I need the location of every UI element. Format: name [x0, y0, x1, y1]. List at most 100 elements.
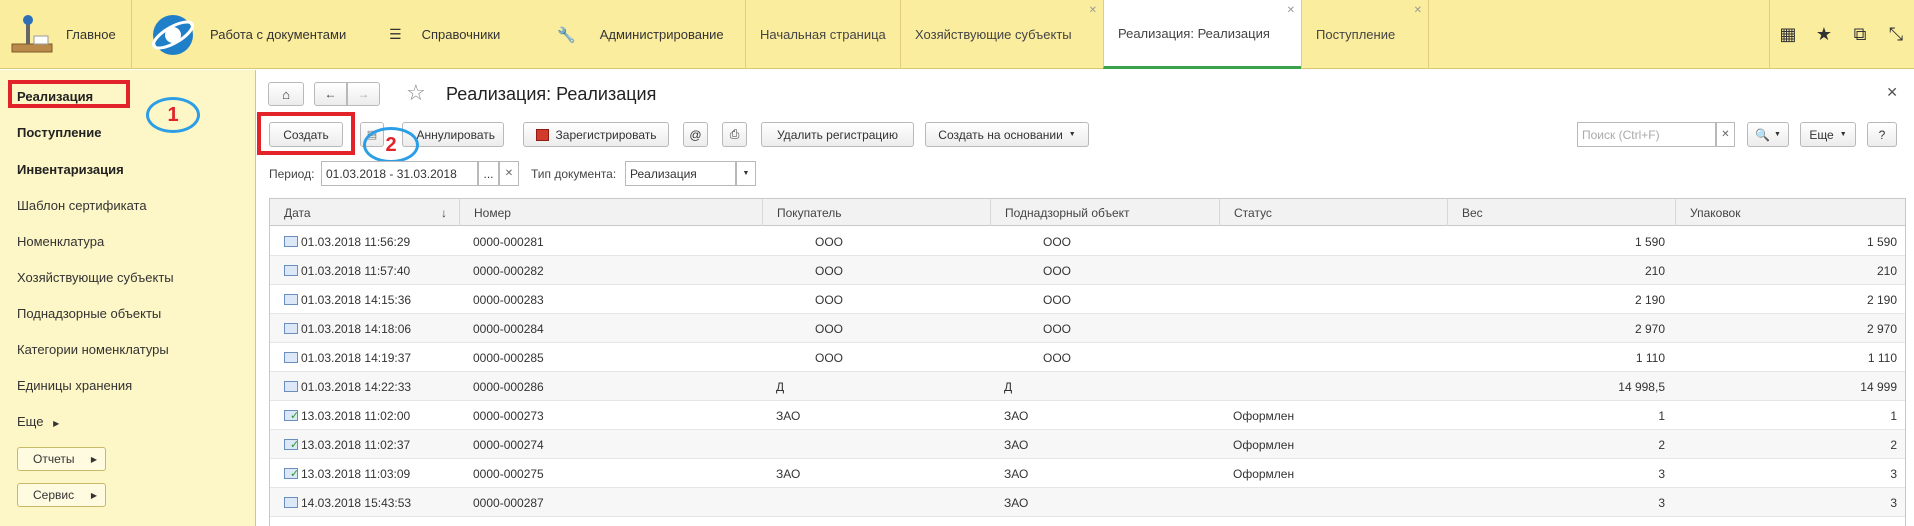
document-posted-icon [284, 467, 299, 480]
table-row[interactable]: 01.03.2018 14:15:36 0000-000283 ООО ООО 2 19… [270, 285, 1905, 314]
table-row[interactable]: 13.03.2018 11:03:09 0000-000275 ЗАО ЗАО Офор… [270, 459, 1905, 488]
column-header-label: Поднадзорный объект [1005, 205, 1130, 220]
tab-home-page[interactable]: Начальная страница [745, 0, 900, 69]
close-icon[interactable]: ✕ [1414, 5, 1422, 16]
column-header-label: Упаковок [1690, 205, 1741, 220]
section-catalogs[interactable]: ☰ Справочники [389, 0, 529, 69]
column-header-weight[interactable]: Вес [1447, 199, 1675, 226]
print-button[interactable]: ⎙ [722, 122, 747, 147]
cell-date: 01.03.2018 11:57:40 [284, 256, 454, 285]
documents-table: Дата ↓ Номер Покупатель Поднадзорный объ… [269, 198, 1906, 526]
column-header-packs[interactable]: Упаковок [1675, 199, 1907, 226]
tab-label: Реализация: Реализация [1118, 25, 1270, 41]
document-posted-icon [284, 438, 299, 451]
more-label: Еще [1809, 127, 1834, 142]
table-row[interactable]: 01.03.2018 14:19:37 0000-000285 ООО ООО 1 11… [270, 343, 1905, 372]
sidebar: Реализация Поступление Инвентаризация Ша… [0, 70, 256, 526]
forward-button[interactable]: → [347, 82, 380, 106]
search-options-button[interactable]: 🔍 ▼ [1747, 122, 1789, 147]
more-button[interactable]: Еще ▼ [1800, 122, 1856, 147]
sidebar-item-business-entities[interactable]: Хозяйствующие субъекты [17, 270, 174, 285]
cell-date: 01.03.2018 14:19:37 [284, 343, 454, 372]
column-header-number[interactable]: Номер [459, 199, 762, 226]
column-header-date[interactable]: Дата ↓ [270, 199, 459, 226]
table-row[interactable]: 01.03.2018 11:56:29 0000-000281 ООО ООО 1 59… [270, 227, 1905, 256]
sidebar-item-storage-units[interactable]: Единицы хранения [17, 378, 132, 393]
document-icon [284, 265, 298, 276]
grid-icon[interactable]: ▦ [1770, 24, 1806, 45]
table-row[interactable]: 01.03.2018 14:22:33 0000-000286 Д Д 14 998,5… [270, 372, 1905, 401]
section-admin-label: Администрирование [599, 27, 724, 42]
help-button[interactable]: ? [1867, 122, 1897, 147]
sidebar-item-nomenclature-categories[interactable]: Категории номенклатуры [17, 342, 169, 357]
reports-button[interactable]: Отчеты ▶ [17, 447, 106, 471]
delete-registration-button[interactable]: Удалить регистрацию [761, 122, 914, 147]
cell-number: 0000-000286 [473, 379, 544, 394]
sidebar-item-receipts[interactable]: Поступление [17, 125, 102, 140]
close-form-icon[interactable]: ✕ [1886, 84, 1898, 101]
resize-icon[interactable]: ⤡ [1878, 24, 1914, 45]
cell-packs: 14 999 [1860, 379, 1897, 394]
email-button[interactable]: @ [683, 122, 708, 147]
clear-icon: ✕ [1721, 129, 1730, 140]
tab-sales[interactable]: Реализация: Реализация ✕ [1103, 0, 1301, 69]
cell-packs: 2 [1890, 437, 1897, 452]
star-icon[interactable]: ★ [1806, 24, 1842, 45]
doc-type-dropdown-button[interactable]: ▼ [736, 161, 756, 186]
doc-type-select[interactable]: Реализация [625, 161, 736, 186]
copy-icon[interactable]: ⧉ [1842, 24, 1878, 45]
column-header-object[interactable]: Поднадзорный объект [990, 199, 1219, 226]
cell-date-text: 01.03.2018 14:19:37 [301, 350, 412, 365]
column-header-status[interactable]: Статус [1219, 199, 1447, 226]
favorite-star-icon[interactable]: ☆ [406, 80, 426, 106]
cell-packs: 2 190 [1866, 292, 1897, 307]
help-label: ? [1878, 127, 1886, 142]
tab-business-entities[interactable]: Хозяйствующие субъекты ✕ [900, 0, 1103, 69]
column-header-label: Вес [1462, 205, 1483, 220]
service-button[interactable]: Сервис ▶ [17, 483, 106, 507]
table-row[interactable]: 01.03.2018 14:18:06 0000-000284 ООО ООО 2 97… [270, 314, 1905, 343]
create-based-label: Создать на основании [938, 127, 1063, 142]
document-icon [284, 497, 298, 508]
table-row[interactable]: 01.03.2018 11:57:40 0000-000282 ООО ООО 210 2… [270, 256, 1905, 285]
period-value: 01.03.2018 - 31.03.2018 [326, 166, 457, 181]
home-button[interactable]: ⌂ [268, 82, 304, 106]
cell-weight: 2 970 [1634, 321, 1665, 336]
sidebar-item-certificate-template[interactable]: Шаблон сертификата [17, 198, 147, 213]
cell-object: ООО [1043, 350, 1072, 365]
cell-object: ЗАО [1004, 437, 1029, 452]
close-icon[interactable]: ✕ [1089, 5, 1097, 16]
section-admin[interactable]: 🔧 Администрирование [557, 0, 737, 69]
section-main[interactable]: Главное [8, 0, 128, 69]
annotation-number: 2 [385, 133, 397, 156]
sidebar-item-nomenclature[interactable]: Номенклатура [17, 234, 104, 249]
period-label: Период: [269, 167, 315, 181]
cell-object: ООО [1043, 263, 1072, 278]
sidebar-item-inventory[interactable]: Инвентаризация [17, 162, 124, 177]
section-documents[interactable]: Работа с документами [131, 0, 371, 69]
cell-buyer: ООО [815, 292, 844, 307]
cell-buyer [776, 488, 976, 517]
close-icon[interactable]: ✕ [1287, 5, 1295, 16]
table-row[interactable]: 13.03.2018 11:02:37 0000-000274 ЗАО Оформле… [270, 430, 1905, 459]
cell-buyer [776, 430, 976, 459]
register-button[interactable]: Зарегистрировать [523, 122, 669, 147]
search-clear-button[interactable]: ✕ [1716, 122, 1735, 147]
tab-receipts[interactable]: Поступление ✕ [1301, 0, 1429, 69]
cell-packs: 1 110 [1867, 350, 1897, 365]
column-header-buyer[interactable]: Покупатель [762, 199, 990, 226]
document-posted-icon [284, 409, 299, 422]
period-select-button[interactable]: ... [478, 161, 499, 186]
period-input[interactable]: 01.03.2018 - 31.03.2018 [321, 161, 478, 186]
sidebar-item-supervised-objects[interactable]: Поднадзорные объекты [17, 306, 161, 321]
create-based-on-button[interactable]: Создать на основании ▼ [925, 122, 1089, 147]
register-label: Зарегистрировать [555, 127, 657, 142]
cell-packs: 1 590 [1866, 234, 1897, 249]
sidebar-item-more[interactable]: Еще ▶ [17, 414, 59, 429]
cell-buyer: Д [776, 379, 785, 394]
search-input[interactable]: Поиск (Ctrl+F) [1577, 122, 1716, 147]
table-row[interactable]: 13.03.2018 11:02:00 0000-000273 ЗАО ЗАО Офор… [270, 401, 1905, 430]
table-row[interactable]: 14.03.2018 15:43:53 0000-000287 ЗАО 3 3 [270, 488, 1905, 517]
back-button[interactable]: ← [314, 82, 347, 106]
period-clear-button[interactable]: ✕ [499, 161, 519, 186]
